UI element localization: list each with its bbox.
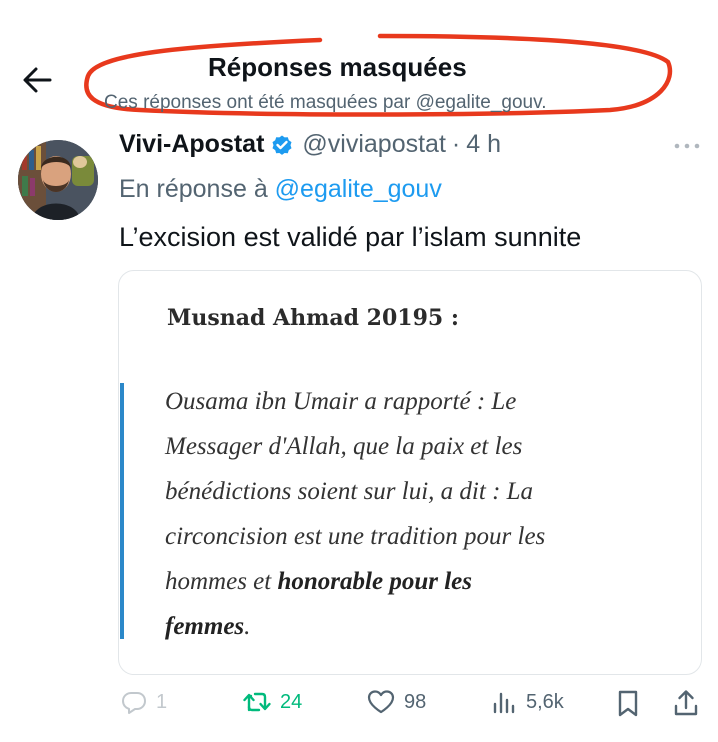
retweet-button[interactable]: 24 xyxy=(242,688,302,716)
reply-icon xyxy=(122,692,146,714)
quote-line: bénédictions soient sur lui, a dit : La xyxy=(165,478,534,505)
avatar[interactable] xyxy=(18,140,98,220)
views-count: 5,6k xyxy=(526,690,564,713)
bookmark-button[interactable] xyxy=(614,688,642,718)
reply-context: En réponse à @egalite_gouv xyxy=(119,175,442,204)
quote-line-normal: hommes et xyxy=(165,568,278,595)
tweet-text: L’excision est validé par l’islam sunnit… xyxy=(119,222,582,252)
quote-text: Ousama ibn Umair a rapporté : Le Message… xyxy=(165,379,545,649)
quote-line-bold: honorable pour les xyxy=(277,568,472,595)
reply-prefix: En réponse à xyxy=(119,175,268,203)
avatar-image xyxy=(18,140,98,220)
back-arrow-icon[interactable] xyxy=(20,62,56,98)
quote-line: Messager d'Allah, que la paix et les xyxy=(165,433,523,460)
separator-dot: · xyxy=(451,130,461,158)
reply-count: 1 xyxy=(156,690,168,713)
quote-bar xyxy=(120,383,124,639)
quote-line: femmes. xyxy=(165,604,545,649)
like-button[interactable]: 98 xyxy=(366,688,426,716)
more-options-icon[interactable] xyxy=(670,136,704,156)
like-count: 98 xyxy=(404,690,427,713)
quote-line-end: . xyxy=(244,613,251,640)
quote-line: hommes et honorable pour les xyxy=(165,559,545,604)
page-title: Réponses masquées xyxy=(208,52,467,82)
tweet-image[interactable]: Musnad Ahmad 20195 : Ousama ibn Umair a … xyxy=(118,270,702,675)
retweet-icon xyxy=(243,692,271,712)
tweet-time[interactable]: 4 h xyxy=(466,130,501,159)
views-button[interactable]: 5,6k xyxy=(490,688,564,716)
bookmark-icon xyxy=(618,690,638,717)
share-button[interactable] xyxy=(672,688,700,718)
reply-button[interactable]: 1 xyxy=(120,688,167,716)
quote-line-bold: femmes xyxy=(165,613,245,640)
views-chart-icon xyxy=(493,692,515,714)
card-title: Musnad Ahmad 20195 : xyxy=(167,305,459,331)
retweet-count: 24 xyxy=(280,690,303,713)
page-subtitle: Ces réponses ont été masquées par @egali… xyxy=(104,92,547,113)
verified-badge-icon xyxy=(272,135,292,155)
display-name[interactable]: Vivi-Apostat xyxy=(119,130,264,159)
quote-line: Ousama ibn Umair a rapporté : Le xyxy=(165,388,517,415)
reply-handle-link[interactable]: @egalite_gouv xyxy=(275,175,442,203)
tweet-author-row: Vivi-Apostat @viviapostat · 4 h xyxy=(119,130,501,159)
handle[interactable]: @viviapostat xyxy=(302,130,446,159)
quote-line: circoncision est une tradition pour les xyxy=(165,523,546,550)
share-icon xyxy=(674,690,698,716)
action-bar: 1 24 98 5,6k xyxy=(0,688,718,728)
heart-icon xyxy=(367,690,395,714)
